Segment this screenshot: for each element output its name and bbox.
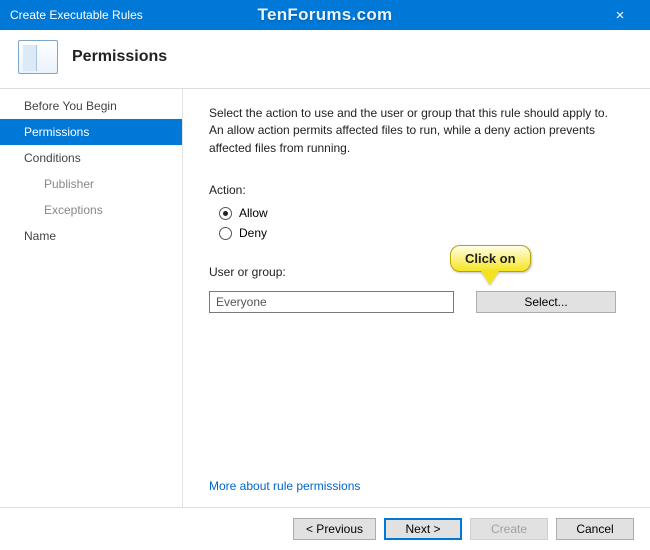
callout-tail-icon	[481, 271, 499, 285]
wizard-footer: < Previous Next > Create Cancel	[0, 507, 650, 550]
watermark: TenForums.com	[258, 5, 393, 25]
create-button: Create	[470, 518, 548, 540]
step-name[interactable]: Name	[0, 223, 182, 249]
radio-deny-label: Deny	[239, 226, 267, 240]
previous-button[interactable]: < Previous	[293, 518, 376, 540]
annotation-callout: Click on	[450, 245, 531, 285]
step-conditions[interactable]: Conditions	[0, 145, 182, 171]
radio-allow[interactable]: Allow	[219, 206, 624, 220]
step-exceptions[interactable]: Exceptions	[0, 197, 182, 223]
page-icon	[18, 40, 58, 74]
select-button[interactable]: Select...	[476, 291, 616, 313]
description-text: Select the action to use and the user or…	[209, 105, 609, 157]
step-before-you-begin[interactable]: Before You Begin	[0, 93, 182, 119]
wizard-steps-sidebar: Before You Begin Permissions Conditions …	[0, 89, 183, 507]
radio-allow-label: Allow	[239, 206, 268, 220]
user-group-input[interactable]: Everyone	[209, 291, 454, 313]
main-panel: Select the action to use and the user or…	[183, 89, 650, 507]
window-title: Create Executable Rules	[10, 8, 143, 22]
radio-icon	[219, 207, 232, 220]
radio-icon	[219, 227, 232, 240]
wizard-header: Permissions	[0, 30, 650, 89]
step-publisher[interactable]: Publisher	[0, 171, 182, 197]
action-label: Action:	[209, 183, 624, 197]
next-button[interactable]: Next >	[384, 518, 462, 540]
user-group-label: User or group:	[209, 265, 624, 279]
page-title: Permissions	[72, 48, 167, 66]
close-icon[interactable]: ×	[600, 7, 640, 24]
cancel-button[interactable]: Cancel	[556, 518, 634, 540]
titlebar: Create Executable Rules TenForums.com ×	[0, 0, 650, 30]
radio-deny[interactable]: Deny	[219, 226, 624, 240]
callout-bubble: Click on	[450, 245, 531, 272]
step-permissions[interactable]: Permissions	[0, 119, 182, 145]
more-about-link[interactable]: More about rule permissions	[209, 479, 624, 493]
